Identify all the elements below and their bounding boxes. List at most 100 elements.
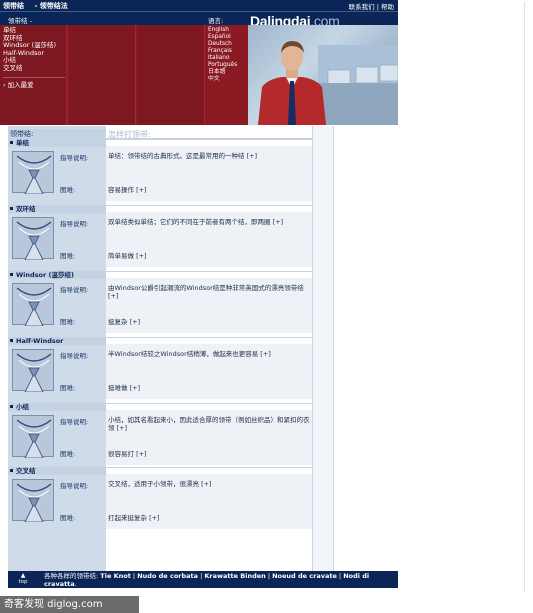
tie-knot-thumbnail[interactable] xyxy=(12,415,54,459)
contact-link[interactable]: 联系我们 xyxy=(349,3,375,11)
divider xyxy=(106,205,312,206)
sub-bar: 领带结 - 语言: Dalingdai.com xyxy=(0,11,398,29)
diagram-text[interactable]: 打起来挺复杂 [+] xyxy=(108,512,160,522)
language-label: 语言: xyxy=(208,17,224,25)
language-chinese[interactable]: 中文 xyxy=(208,76,248,83)
tie-knot-thumbnail[interactable] xyxy=(12,479,54,523)
knots-header: 领带结: xyxy=(8,129,106,139)
help-link[interactable]: 帮助 xyxy=(381,3,394,11)
diagram-label: 图难: xyxy=(60,384,76,392)
knot-name: 单结 xyxy=(16,139,29,147)
divider xyxy=(106,337,312,338)
tie-knot-icon xyxy=(16,353,52,393)
instructions-label: 指导说明: xyxy=(60,418,89,426)
bullet-icon xyxy=(10,405,13,408)
bullet-icon xyxy=(10,273,13,276)
language-japanese[interactable]: 日本語 xyxy=(208,69,248,76)
tie-knot-icon xyxy=(16,155,52,195)
knot-block: Half-Windsor 指导说明: 半Windsor结较之Windsor结稍薄，做… xyxy=(8,337,312,403)
nav-column xyxy=(138,25,205,125)
knot-name: 双环结 xyxy=(16,205,36,213)
language-french[interactable]: Français xyxy=(208,48,248,55)
language-english[interactable]: English xyxy=(208,27,248,34)
knot-name: 交叉结 xyxy=(16,467,36,475)
footer-trail: . xyxy=(74,580,77,588)
instructions-text[interactable]: 小结，如其名看起来小，因此适合厚的领带（例如丝织品）和紧扣的衣领 [+] xyxy=(108,416,312,432)
nav-divider xyxy=(3,77,65,78)
knot-title: Half-Windsor xyxy=(8,337,106,345)
add-favorite-link[interactable]: › 加入最爱 xyxy=(3,81,65,90)
header-banner: 单结 双环结 Windsor (温莎结) Half-Windsor 小结 交叉结… xyxy=(0,25,398,125)
footer-link-noeud[interactable]: Noeud de cravate xyxy=(272,572,337,580)
add-favorite-label: 加入最爱 xyxy=(7,81,34,89)
instructions-label: 指导说明: xyxy=(60,352,89,360)
knot-block: 双环结指导说明: 双单结类似单结；它们的不同在于前者有两个结，即两圈 [+] 图难:… xyxy=(8,205,312,271)
instructions-text[interactable]: 交叉结，适用于小领带，很漂亮 [+] xyxy=(108,480,312,488)
footer-lead: 各种各样的领带结: xyxy=(44,572,99,580)
top-bar: 领带结 - 领带结法 联系我们 | 帮助 xyxy=(0,0,398,11)
knot-block: Windsor (温莎结) 指导说明: 由Windsor公爵引起潮流的Windsor… xyxy=(8,271,312,337)
language-german[interactable]: Deutsch xyxy=(208,41,248,48)
instructions-text[interactable]: 由Windsor公爵引起潮流的Windsor结是种非常英国式的漂亮领带结 [+] xyxy=(108,284,312,300)
language-list: English Español Deutsch Français Italian… xyxy=(208,27,248,83)
instructions-text[interactable]: 单结：领带结的古典形式。这是最常用的一种结 [+] xyxy=(108,152,312,160)
footer-links: 各种各样的领带结: Tie Knot | Nudo de corbata | K… xyxy=(44,572,370,588)
diagram-text[interactable]: 挺难做 [+] xyxy=(108,382,140,392)
knot-title: 交叉结 xyxy=(8,467,106,475)
diagram-label: 图难: xyxy=(60,252,76,260)
knot-name: Half-Windsor xyxy=(16,337,64,345)
instructions-label: 指导说明: xyxy=(60,220,89,228)
businessman-illustration xyxy=(258,41,398,125)
instructions-text[interactable]: 半Windsor结较之Windsor结稍薄，做起来也更容易 [+] xyxy=(108,350,312,358)
tie-knot-thumbnail[interactable] xyxy=(12,151,54,195)
instructions-label: 指导说明: xyxy=(60,286,89,294)
knot-block: 单结指导说明: 单结：领带结的古典形式。这是最常用的一种结 [+] 图难: 容易操作 … xyxy=(8,139,312,205)
divider xyxy=(106,139,312,140)
tie-knot-thumbnail[interactable] xyxy=(12,349,54,393)
language-portuguese[interactable]: Português xyxy=(208,62,248,69)
right-panel xyxy=(312,126,333,571)
businessman-photo xyxy=(248,25,398,125)
site-title-sub: - 领带结法 xyxy=(34,2,68,10)
diagram-label: 图难: xyxy=(60,318,76,326)
language-spanish[interactable]: Español xyxy=(208,34,248,41)
footer: ▲ top 各种各样的领带结: Tie Knot | Nudo de corba… xyxy=(8,571,398,588)
diagram-label: 图难: xyxy=(60,186,76,194)
bullet-icon xyxy=(10,207,13,210)
diagram-text[interactable]: 简单易做 [+] xyxy=(108,250,147,260)
bullet-icon xyxy=(10,469,13,472)
diagram-label: 图难: xyxy=(60,450,76,458)
instructions-label: 指导说明: xyxy=(60,154,89,162)
instructions-label: 指导说明: xyxy=(60,482,89,490)
nav-item-cross-knot[interactable]: 交叉结 xyxy=(3,64,65,73)
knot-block: 小结指导说明: 小结，如其名看起来小，因此适合厚的领带（例如丝织品）和紧扣的衣领 … xyxy=(8,403,312,469)
site-title-main: 领带结 xyxy=(3,2,24,10)
knot-title: 单结 xyxy=(8,139,106,147)
knot-nav: 单结 双环结 Windsor (温莎结) Half-Windsor 小结 交叉结… xyxy=(3,26,65,90)
instructions-text[interactable]: 双单结类似单结；它们的不同在于前者有两个结，即两圈 [+] xyxy=(108,218,312,226)
back-to-top-button[interactable]: ▲ top xyxy=(12,573,34,586)
divider: | xyxy=(376,3,379,11)
page-scrollbar[interactable] xyxy=(524,2,531,592)
tie-knot-icon xyxy=(16,483,52,523)
diagram-text[interactable]: 容易操作 [+] xyxy=(108,184,147,194)
top-label: top xyxy=(18,579,28,585)
diagram-text[interactable]: 挺复杂 [+] xyxy=(108,316,140,326)
diagram-text[interactable]: 很容易打 [+] xyxy=(108,448,147,458)
bullet-icon xyxy=(10,141,13,144)
footer-link-tie-knot[interactable]: Tie Knot xyxy=(100,572,131,580)
knot-title: 双环结 xyxy=(8,205,106,213)
tie-knot-thumbnail[interactable] xyxy=(12,283,54,327)
nav-column xyxy=(69,25,136,125)
tie-knot-thumbnail[interactable] xyxy=(12,217,54,261)
knot-name: 小结 xyxy=(16,403,29,411)
tie-knot-icon xyxy=(16,221,52,261)
bullet-icon xyxy=(10,339,13,342)
footer-link-krawatte[interactable]: Krawatte Binden xyxy=(204,572,265,580)
language-italian[interactable]: Italiano xyxy=(208,55,248,62)
knot-block: 交叉结 指导说明: 交叉结，适用于小领带，很漂亮 [+] 图难: 打起来挺复杂 [+] xyxy=(8,467,312,533)
footer-link-nudo[interactable]: Nudo de corbata xyxy=(137,572,198,580)
divider xyxy=(106,403,312,404)
tie-knot-icon xyxy=(16,419,52,459)
knot-title: 小结 xyxy=(8,403,106,411)
